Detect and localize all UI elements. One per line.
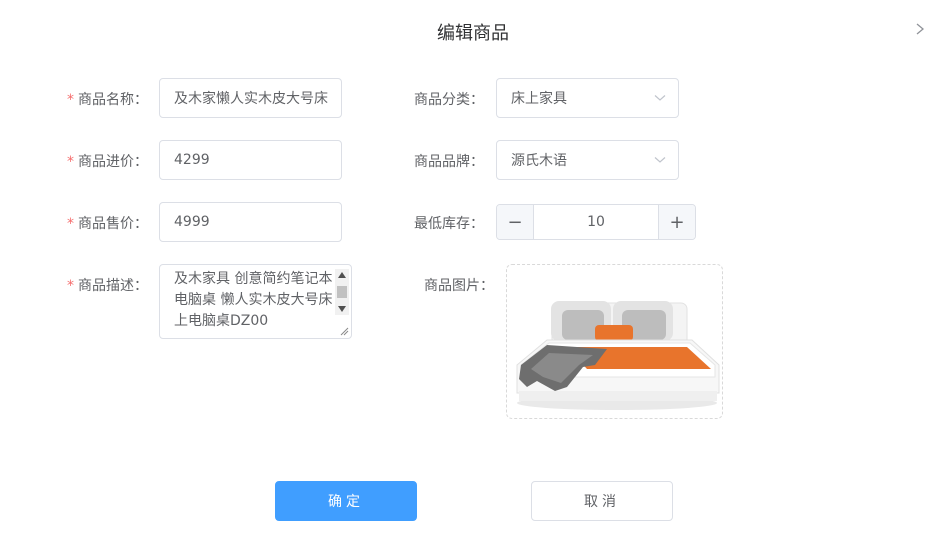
- chevron-down-icon: [654, 95, 666, 101]
- sale-price-label: * 商品售价：: [67, 213, 148, 233]
- decrease-button[interactable]: −: [497, 205, 534, 239]
- textarea-scrollbar[interactable]: [335, 269, 349, 315]
- product-name-value: 及木家懒人实木皮大号床: [174, 91, 328, 107]
- sale-price-value: 4999: [174, 214, 210, 230]
- resize-handle-icon[interactable]: [339, 326, 349, 336]
- category-value: 床上家具: [511, 91, 567, 107]
- min-stock-label: 最低库存：: [414, 216, 484, 232]
- image-label: 商品图片：: [424, 278, 494, 294]
- dialog-title: 编辑商品: [437, 23, 509, 44]
- required-mark: *: [67, 216, 74, 232]
- min-stock-value[interactable]: 10: [534, 205, 658, 239]
- category-label: 商品分类：: [414, 92, 484, 108]
- chevron-right-icon[interactable]: [914, 18, 926, 40]
- description-label: * 商品描述：: [67, 275, 148, 295]
- cancel-button[interactable]: 取消: [531, 481, 673, 521]
- category-select[interactable]: 床上家具: [496, 78, 679, 118]
- chevron-down-icon: [654, 157, 666, 163]
- required-mark: *: [67, 278, 74, 294]
- sale-price-label-text: 商品售价：: [78, 216, 148, 232]
- min-stock-stepper[interactable]: − 10 +: [496, 204, 696, 240]
- cost-price-label: * 商品进价：: [67, 151, 148, 171]
- description-label-text: 商品描述：: [78, 278, 148, 294]
- increase-button[interactable]: +: [658, 205, 695, 239]
- brand-label: 商品品牌：: [414, 154, 484, 170]
- name-label-text: 商品名称：: [78, 92, 148, 108]
- image-uploader[interactable]: [506, 264, 723, 419]
- bed-product-image: [516, 301, 720, 410]
- edit-product-dialog: 编辑商品 * 商品名称： 及木家懒人实木皮大号床 商品分类： 床上家具 * 商品进价…: [0, 0, 926, 535]
- name-label: * 商品名称：: [67, 89, 148, 109]
- brand-select[interactable]: 源氏木语: [496, 140, 679, 180]
- required-mark: *: [67, 92, 74, 108]
- description-textarea[interactable]: 及木家具 创意简约笔记本电脑桌 懒人实木皮大号床上电脑桌DZ00: [159, 264, 352, 339]
- required-mark: *: [67, 154, 74, 170]
- cost-price-label-text: 商品进价：: [78, 154, 148, 170]
- description-value: 及木家具 创意简约笔记本电脑桌 懒人实木皮大号床上电脑桌DZ00: [174, 271, 333, 329]
- brand-value: 源氏木语: [511, 153, 567, 169]
- confirm-button[interactable]: 确定: [275, 481, 417, 521]
- sale-price-input[interactable]: 4999: [159, 202, 342, 242]
- product-name-input[interactable]: 及木家懒人实木皮大号床: [159, 78, 342, 118]
- cost-price-input[interactable]: 4299: [159, 140, 342, 180]
- cost-price-value: 4299: [174, 152, 210, 168]
